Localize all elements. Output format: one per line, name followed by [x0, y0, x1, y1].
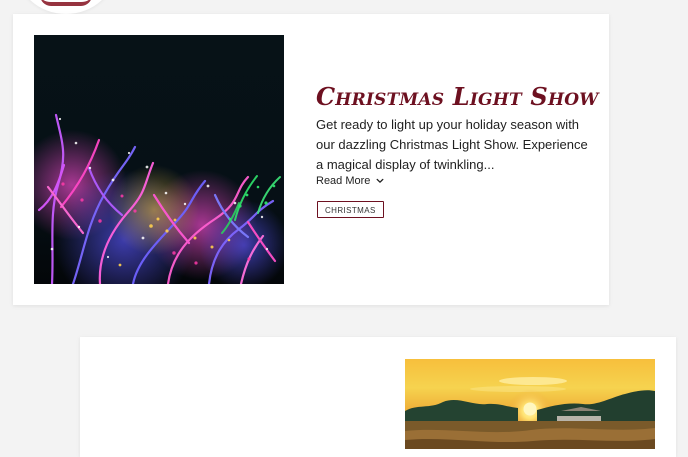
event-card	[80, 337, 676, 457]
event-description: Get ready to light up your holiday seaso…	[316, 117, 588, 172]
event-title[interactable]: Christmas Light Show	[316, 83, 599, 110]
tag-christmas[interactable]: CHRISTMAS	[317, 201, 384, 218]
chevron-down-icon	[376, 178, 384, 183]
logo-badge	[16, 0, 116, 14]
read-more-link[interactable]: Read More	[316, 173, 384, 189]
event-card: Christmas Light Show Get ready to light …	[13, 14, 609, 305]
event-image	[405, 359, 655, 449]
christmas-lights-image	[34, 35, 284, 284]
event-image	[34, 35, 284, 284]
read-more-label: Read More	[316, 175, 371, 187]
sunset-field-image	[405, 359, 655, 449]
